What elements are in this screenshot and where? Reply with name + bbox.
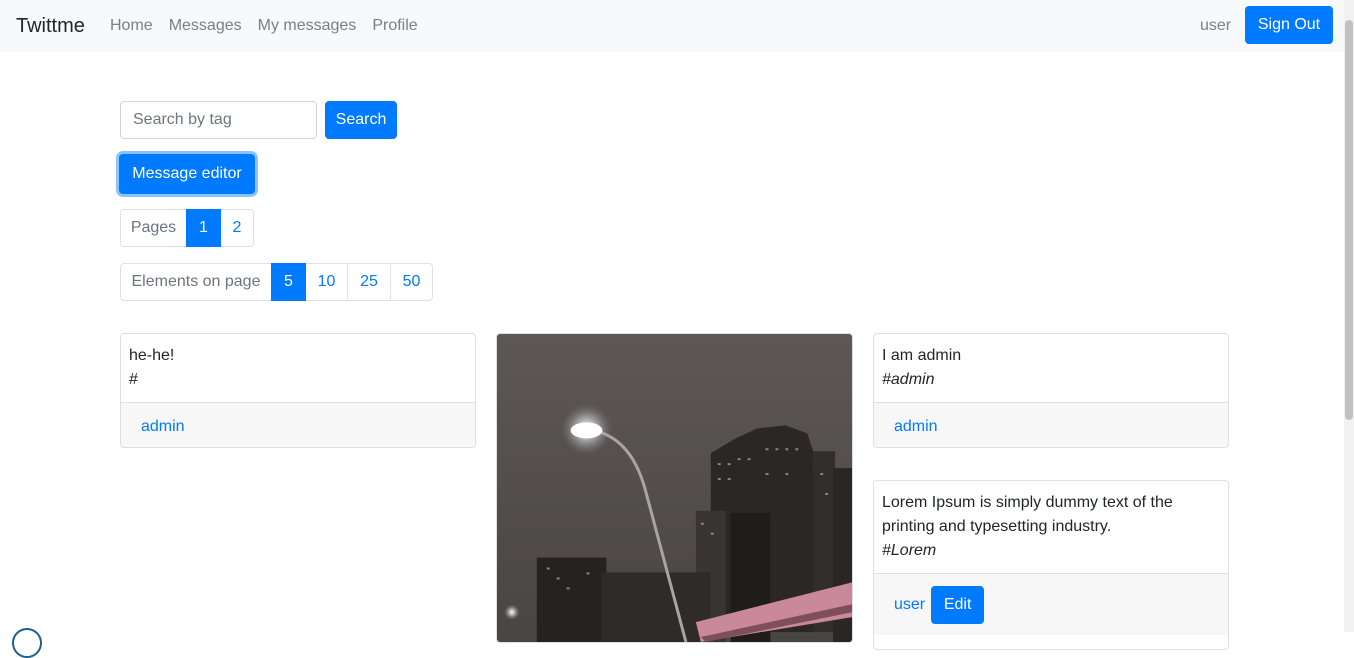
message-body: I am admin #admin <box>874 334 1228 402</box>
message-author-link[interactable]: admin <box>141 418 185 436</box>
floating-circle-icon[interactable] <box>12 628 42 658</box>
scrollbar-thumb[interactable] <box>1345 20 1353 420</box>
tag-search-input[interactable] <box>120 101 317 139</box>
nav-link-profile[interactable]: Profile <box>372 15 417 37</box>
per-page-25[interactable]: 25 <box>347 263 391 301</box>
message-footer: user Edit <box>874 573 1228 635</box>
per-page-10[interactable]: 10 <box>305 263 348 301</box>
message-text: he-he! <box>129 347 175 364</box>
elements-on-page-label: Elements on page <box>120 263 272 301</box>
message-card: I am admin #admin admin <box>873 333 1229 448</box>
search-button[interactable]: Search <box>325 101 397 139</box>
message-author-link[interactable]: admin <box>894 418 938 436</box>
message-footer: admin <box>121 402 475 447</box>
page-scrollbar[interactable] <box>1344 0 1354 632</box>
brand-logo[interactable]: Twittme <box>16 13 85 39</box>
per-page-50[interactable]: 50 <box>390 263 433 301</box>
nav-link-messages[interactable]: Messages <box>169 15 242 37</box>
message-author-link[interactable]: user <box>894 596 925 614</box>
elements-per-page-selector: Elements on page 5 10 25 50 <box>120 263 433 301</box>
nav-link-my-messages[interactable]: My messages <box>258 15 357 37</box>
per-page-5[interactable]: 5 <box>271 263 306 301</box>
message-tag: #Lorem <box>882 542 937 559</box>
sign-out-button[interactable]: Sign Out <box>1245 6 1333 44</box>
message-tag: # <box>129 371 138 388</box>
message-editor-button[interactable]: Message editor <box>119 154 255 194</box>
navbar: Twittme Home Messages My messages Profil… <box>0 0 1344 52</box>
message-card-image <box>496 333 853 643</box>
message-tag: #admin <box>882 371 935 388</box>
page-button-2[interactable]: 2 <box>220 209 254 247</box>
message-footer: admin <box>874 402 1228 447</box>
pages-label: Pages <box>120 209 187 247</box>
message-text: Lorem Ipsum is simply dummy text of the … <box>882 494 1173 535</box>
message-body: he-he! # <box>121 334 475 402</box>
message-text: I am admin <box>882 347 962 364</box>
nav-link-home[interactable]: Home <box>110 15 153 37</box>
nav-links: Home Messages My messages Profile <box>110 15 434 37</box>
edit-message-button[interactable]: Edit <box>931 585 985 624</box>
pages-pagination: Pages 1 2 <box>120 209 254 247</box>
message-card: Lorem Ipsum is simply dummy text of the … <box>873 480 1229 650</box>
current-username: user <box>1200 17 1232 34</box>
page-button-1[interactable]: 1 <box>186 209 221 247</box>
night-city-photo <box>497 334 852 642</box>
message-body: Lorem Ipsum is simply dummy text of the … <box>874 481 1228 573</box>
message-card: he-he! # admin <box>120 333 476 448</box>
